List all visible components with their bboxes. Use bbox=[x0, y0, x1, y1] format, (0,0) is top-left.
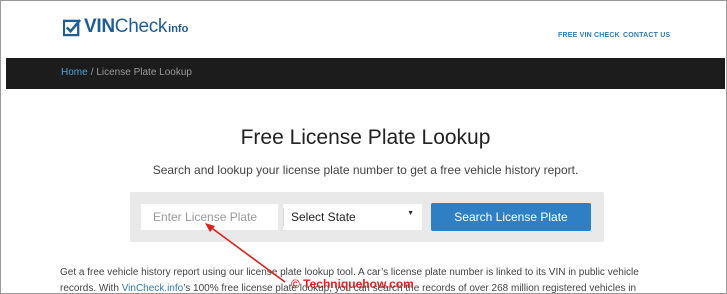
browser-frame: VIN Check info FREE VIN CHECK CONTACT US… bbox=[0, 0, 727, 294]
watermark: © Techniquehow.com bbox=[291, 277, 414, 291]
annotation-arrow-icon bbox=[205, 223, 286, 283]
